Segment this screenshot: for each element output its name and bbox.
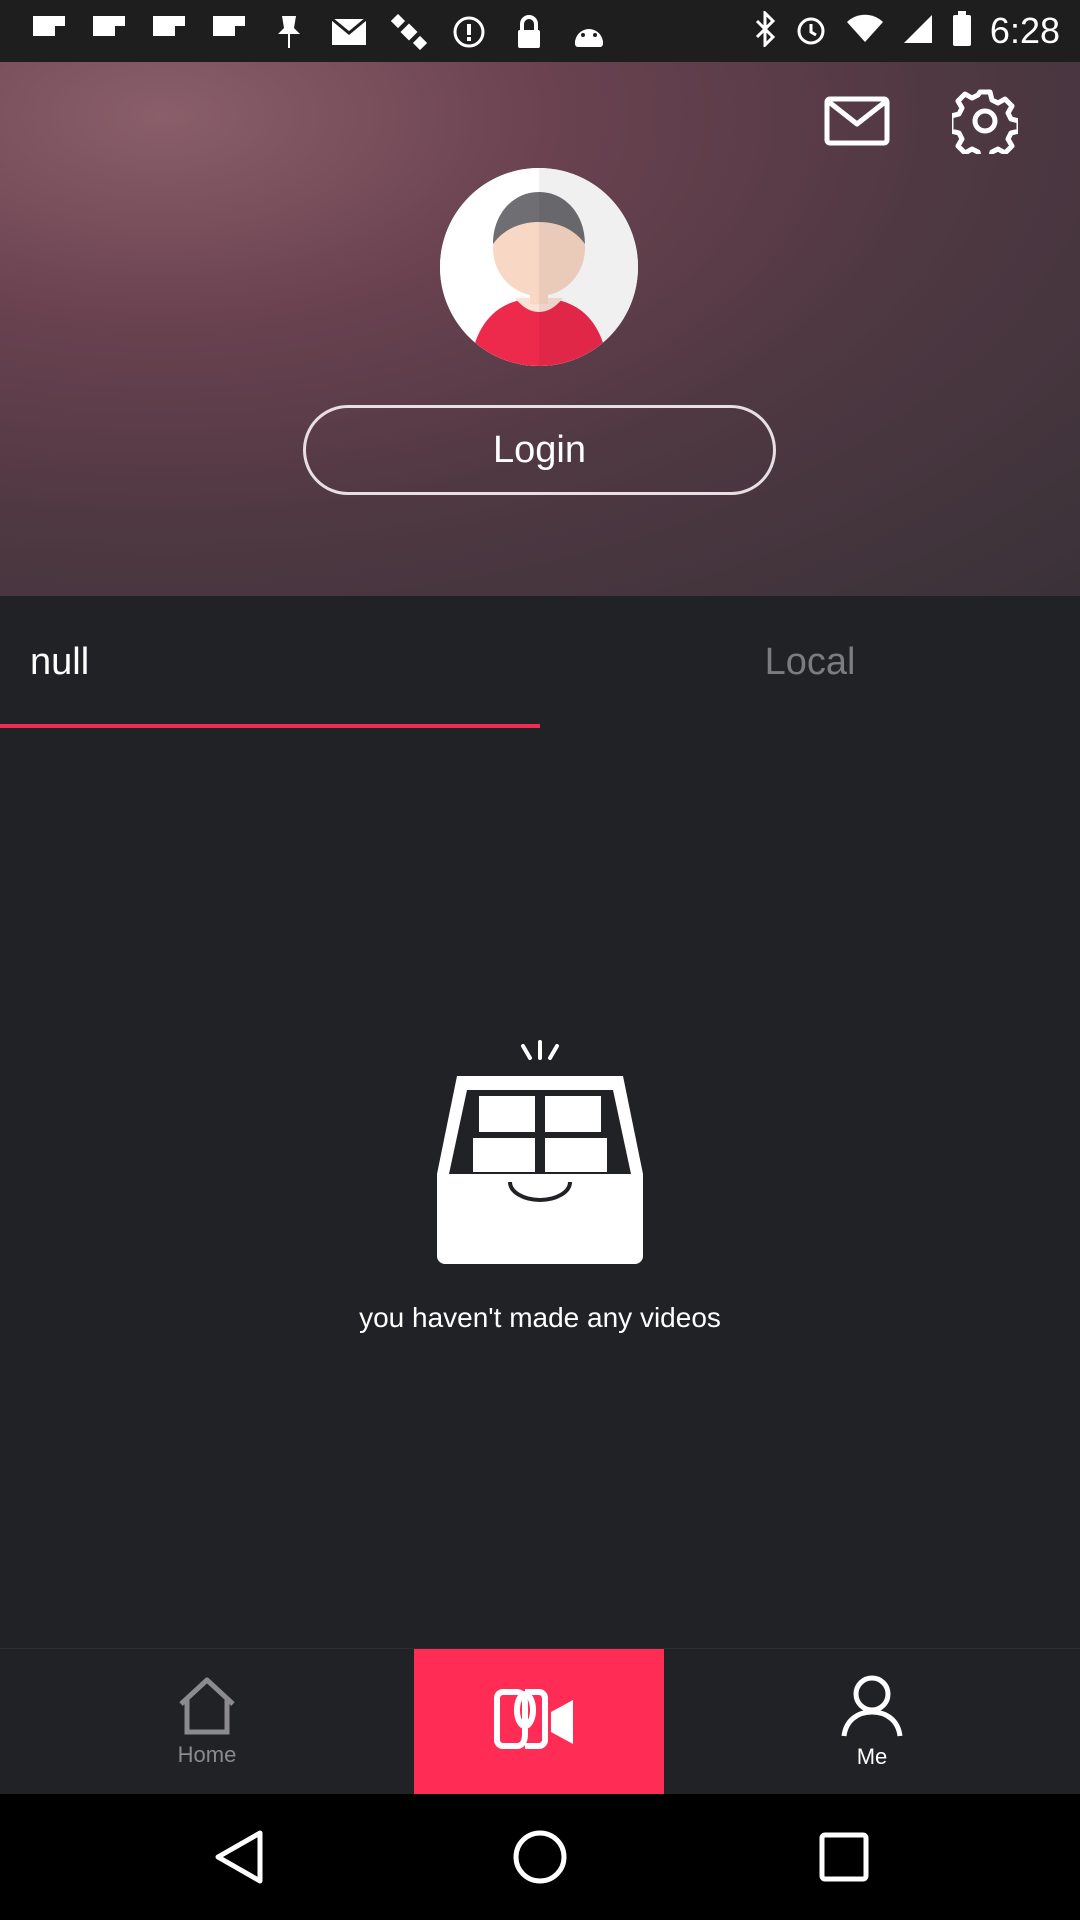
- flipboard-icon: [206, 12, 252, 52]
- tab-local[interactable]: Local: [540, 596, 1080, 728]
- tab-null[interactable]: null: [0, 596, 540, 728]
- recents-square-icon: [819, 1832, 869, 1882]
- profile-tabs: null Local: [0, 596, 1080, 729]
- bluetooth-icon: [754, 9, 776, 51]
- system-navigation-bar: [0, 1794, 1080, 1920]
- nav-home-label: Home: [177, 1742, 237, 1767]
- flipboard-icon: [26, 12, 72, 52]
- satellite-icon: [386, 12, 432, 52]
- wifi-icon: [846, 14, 884, 48]
- flipboard-icon: [146, 12, 192, 52]
- record-video-button[interactable]: [414, 1649, 664, 1795]
- alarm-icon: [794, 12, 828, 50]
- lock-icon: [506, 12, 552, 52]
- android-icon: [566, 12, 612, 52]
- nav-me-label: Me: [856, 1744, 888, 1769]
- video-camera-icon: [494, 1689, 573, 1749]
- videos-list-empty: you haven't made any videos: [0, 728, 1080, 1648]
- settings-button[interactable]: [948, 88, 1022, 163]
- flipboard-icon: [86, 12, 132, 52]
- system-status: 6:28: [754, 8, 1060, 54]
- back-button[interactable]: [210, 1827, 270, 1887]
- home-circle-icon: [513, 1830, 567, 1884]
- back-triangle-icon: [215, 1830, 263, 1884]
- profile-header: Login: [0, 62, 1080, 596]
- gear-icon: [948, 89, 1022, 163]
- status-time: 6:28: [989, 10, 1060, 51]
- avatar[interactable]: [440, 168, 638, 366]
- home-system-button[interactable]: [510, 1827, 570, 1887]
- mail-icon: [824, 96, 890, 146]
- battery-icon: [952, 11, 972, 51]
- pin-icon: [266, 12, 312, 52]
- empty-tray-icon: [435, 1034, 645, 1274]
- bottom-navigation: Home Me: [0, 1648, 1080, 1795]
- signal-icon: [902, 13, 934, 49]
- app-root: 6:28 Login null Local you haven't made a…: [0, 0, 1080, 1920]
- person-icon: [841, 1675, 903, 1737]
- status-bar: 6:28: [0, 0, 1080, 62]
- messages-button[interactable]: [824, 96, 890, 146]
- notification-icons: [26, 12, 612, 52]
- empty-message: you haven't made any videos: [359, 1302, 721, 1333]
- nav-home[interactable]: Home: [100, 1649, 314, 1795]
- default-avatar-icon: [440, 168, 638, 366]
- nav-me[interactable]: Me: [765, 1649, 979, 1795]
- login-button[interactable]: Login: [303, 405, 776, 495]
- mail-notification-icon: [326, 12, 372, 52]
- info-icon: [446, 12, 492, 52]
- recents-button[interactable]: [814, 1827, 874, 1887]
- home-icon: [179, 1677, 235, 1735]
